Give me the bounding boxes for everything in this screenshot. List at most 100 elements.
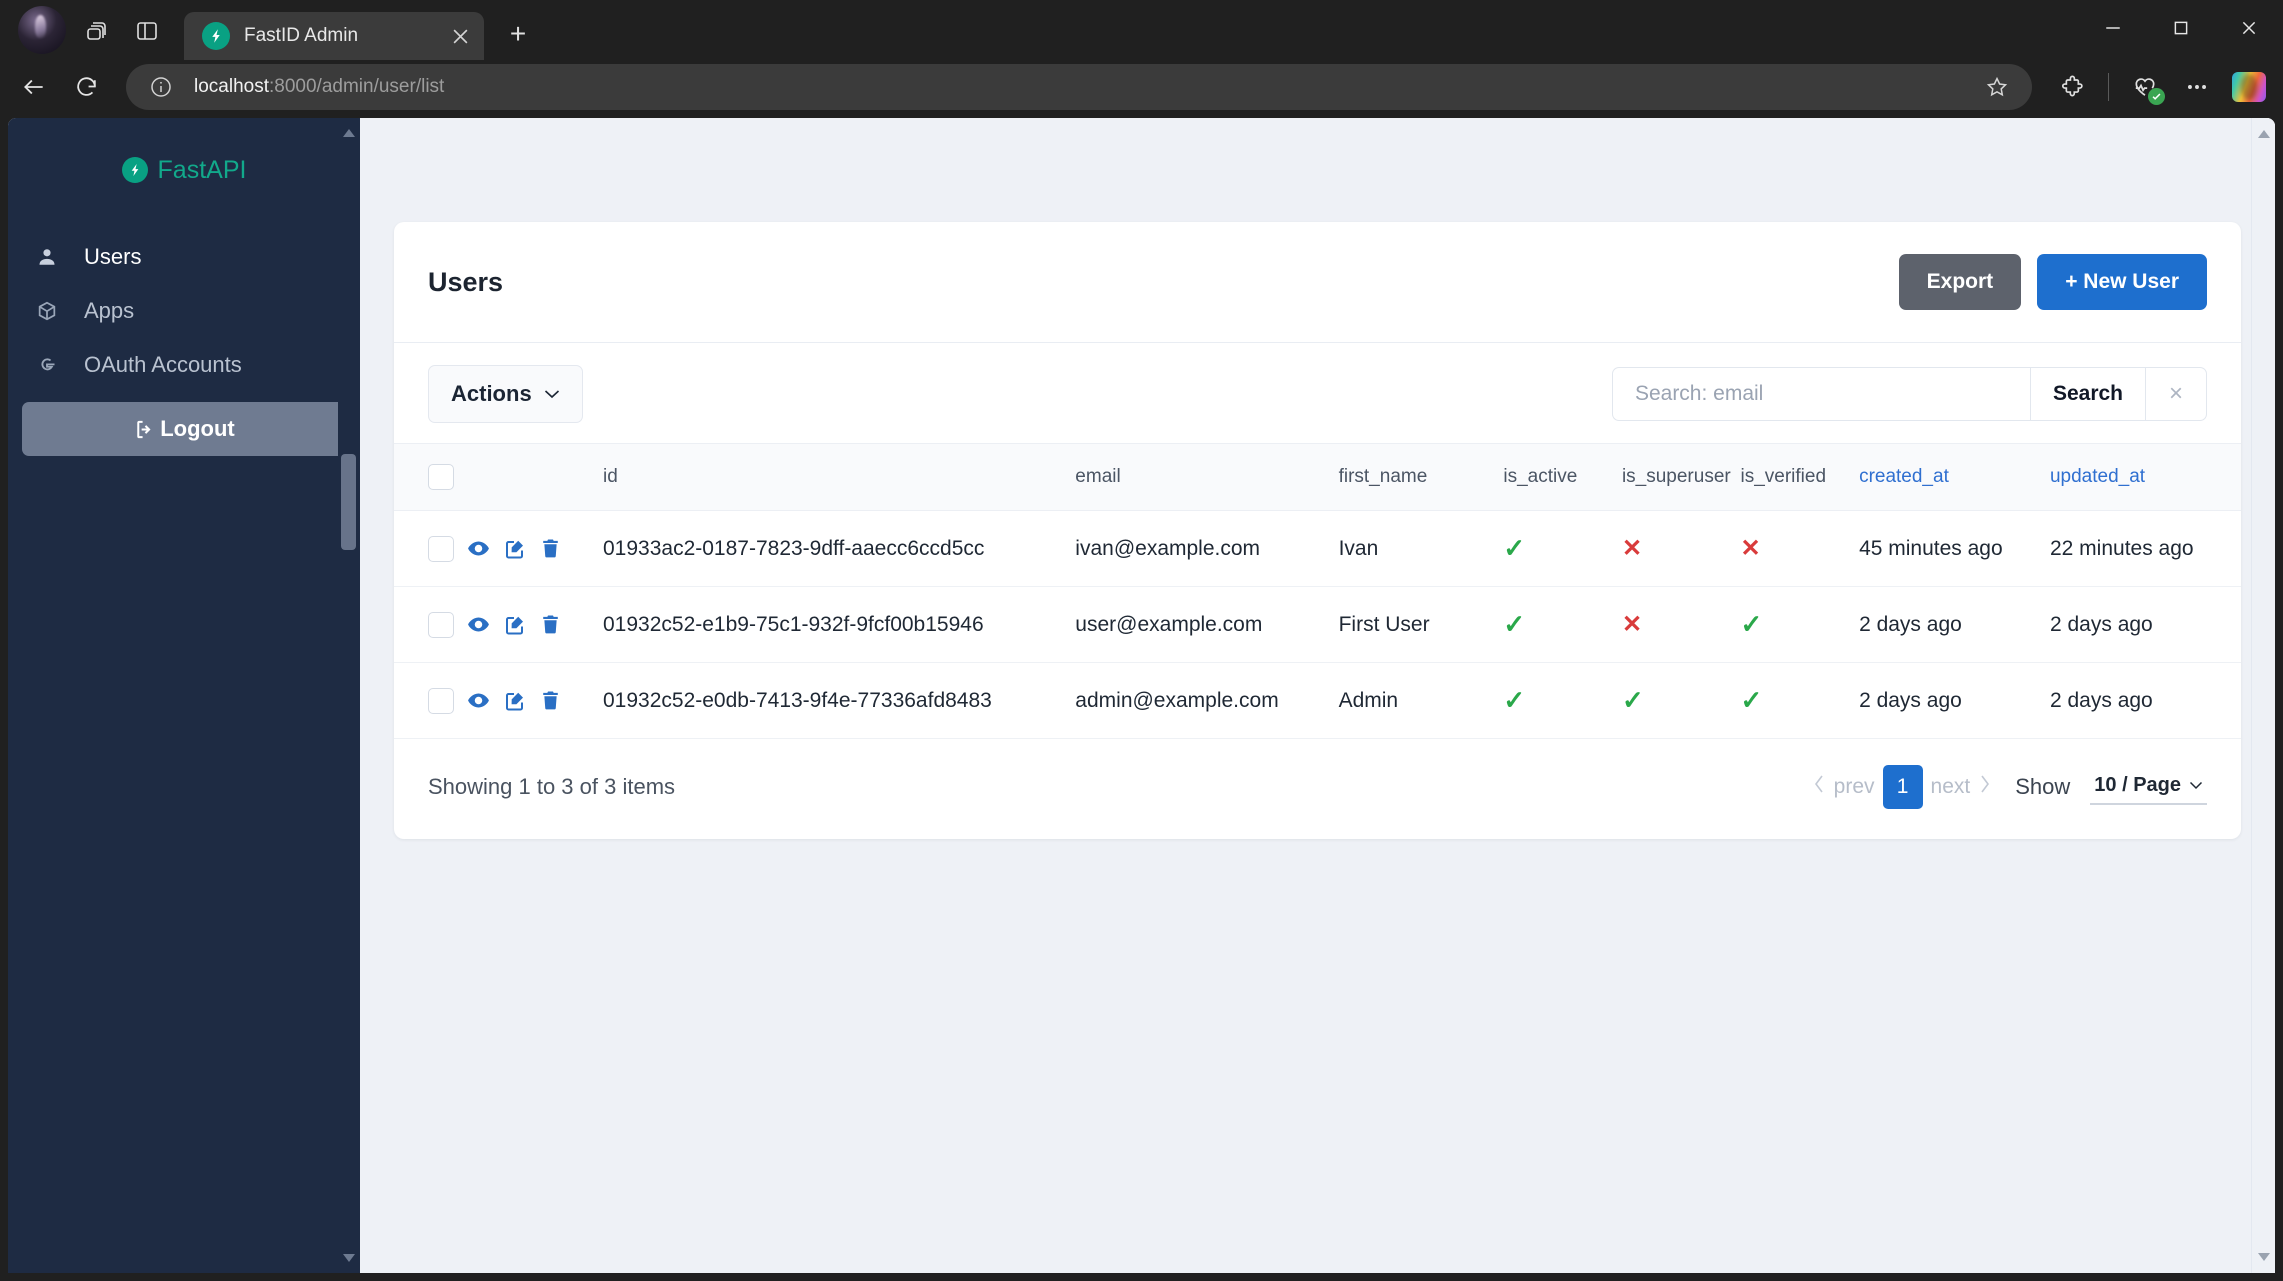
tab-title: FastID Admin: [244, 25, 359, 46]
column-header-is-verified[interactable]: is_verified: [1740, 443, 1860, 511]
column-header-created-at[interactable]: created_at: [1859, 443, 2050, 511]
view-icon[interactable]: [466, 688, 491, 713]
copilot-icon[interactable]: [2225, 65, 2273, 109]
scroll-up-icon[interactable]: [338, 122, 360, 144]
row-actions-cell: [466, 662, 603, 739]
check-icon: ✓: [1503, 533, 1526, 563]
brand-logo[interactable]: FastAPI: [8, 144, 360, 196]
sidebar-item-label: OAuth Accounts: [84, 352, 242, 377]
window-close-icon[interactable]: [2215, 0, 2283, 56]
view-icon[interactable]: [466, 612, 491, 637]
new-tab-button[interactable]: +: [498, 14, 538, 54]
sidebar-item-oauth-accounts[interactable]: OAuth Accounts: [8, 338, 360, 392]
scroll-down-icon[interactable]: [2252, 1245, 2275, 1269]
row-checkbox[interactable]: [428, 535, 454, 562]
users-table: id email first_name is_active is_superus…: [394, 443, 2241, 739]
browser-tab[interactable]: FastID Admin: [184, 12, 484, 60]
clear-search-button[interactable]: ×: [2145, 367, 2207, 421]
pagination: prev 1 next Show 10 / Page: [1813, 765, 2207, 809]
cell-is-verified: ✓: [1740, 662, 1860, 739]
sidebar-item-users[interactable]: Users: [8, 230, 360, 284]
column-header-is-superuser[interactable]: is_superuser: [1621, 443, 1741, 511]
row-checkbox[interactable]: [428, 611, 454, 638]
cell-id: 01933ac2-0187-7823-9dff-aaecc6ccd5cc: [603, 510, 1076, 587]
delete-icon[interactable]: [539, 613, 562, 636]
sidebar-item-apps[interactable]: Apps: [8, 284, 360, 338]
profile-avatar[interactable]: [18, 6, 66, 54]
scroll-down-icon[interactable]: [338, 1247, 360, 1269]
next-page-button[interactable]: next: [1931, 775, 1971, 799]
tab-groups-icon[interactable]: [76, 10, 118, 52]
url-host: localhost: [194, 76, 269, 97]
chevron-right-icon: [1978, 774, 1991, 800]
column-header-is-active[interactable]: is_active: [1503, 443, 1622, 511]
row-checkbox[interactable]: [428, 687, 454, 714]
export-button[interactable]: Export: [1898, 254, 2022, 310]
sidebar-scrollbar[interactable]: [338, 118, 360, 1273]
cell-created-at: 45 minutes ago: [1859, 510, 2050, 587]
actions-dropdown[interactable]: Actions: [428, 365, 583, 423]
user-icon: [34, 246, 60, 268]
page-viewport: FastAPI Users Apps OAuth Accounts Logout…: [8, 118, 2275, 1273]
check-icon: ✓: [1503, 609, 1526, 639]
main-scrollbar[interactable]: [2251, 118, 2275, 1273]
cell-email: user@example.com: [1075, 586, 1339, 663]
back-icon[interactable]: [10, 65, 58, 109]
page-1-button[interactable]: 1: [1882, 765, 1923, 809]
delete-icon[interactable]: [539, 689, 562, 712]
search-button[interactable]: Search: [2029, 367, 2145, 421]
minimize-icon[interactable]: [2079, 0, 2147, 56]
per-page-dropdown[interactable]: 10 / Page: [2090, 770, 2207, 805]
browser-essentials-icon[interactable]: [2121, 65, 2169, 109]
cell-updated-at: 22 minutes ago: [2049, 510, 2241, 587]
search-group: Search ×: [1611, 367, 2207, 421]
sidebar-nav: Users Apps OAuth Accounts: [8, 230, 360, 392]
table-row: 01933ac2-0187-7823-9dff-aaecc6ccd5cc ivan…: [394, 510, 2241, 587]
toolbar-divider: [2108, 73, 2109, 101]
cell-is-active: ✓: [1503, 662, 1622, 739]
extensions-icon[interactable]: [2048, 65, 2096, 109]
row-select-cell: [394, 586, 467, 663]
favorite-star-icon[interactable]: [1976, 68, 2018, 106]
status-badge: [2148, 88, 2165, 105]
search-input[interactable]: [1611, 367, 2030, 421]
select-all-checkbox[interactable]: [428, 464, 454, 490]
url-omnibox[interactable]: localhost:8000/admin/user/list: [126, 64, 2032, 110]
cell-is-superuser: ✕: [1621, 586, 1741, 663]
sidebar-scroll-thumb[interactable]: [341, 454, 356, 550]
edit-icon[interactable]: [503, 537, 527, 561]
table-footer: Showing 1 to 3 of 3 items prev 1 next Sh…: [394, 739, 2241, 839]
delete-icon[interactable]: [539, 537, 562, 560]
column-header-email[interactable]: email: [1075, 443, 1339, 511]
cell-email: admin@example.com: [1075, 662, 1339, 739]
info-icon[interactable]: [148, 74, 174, 100]
table-row: 01932c52-e1b9-75c1-932f-9fcf00b15946 user…: [394, 586, 2241, 663]
maximize-icon[interactable]: [2147, 0, 2215, 56]
url-path: :8000/admin/user/list: [269, 76, 445, 97]
refresh-icon[interactable]: [62, 65, 110, 109]
cell-first-name: First User: [1338, 586, 1504, 663]
sidebar: FastAPI Users Apps OAuth Accounts Logout: [8, 118, 360, 1273]
column-header-first-name[interactable]: first_name: [1338, 443, 1504, 511]
split-screen-icon[interactable]: [126, 10, 168, 52]
view-icon[interactable]: [466, 536, 491, 561]
logout-button[interactable]: Logout: [22, 402, 346, 456]
bolt-circle-icon: [202, 22, 230, 50]
bolt-circle-icon: [121, 157, 148, 183]
check-icon: ✓: [1740, 609, 1763, 639]
main-content: Users Export + New User Actions Search: …: [360, 118, 2275, 1273]
scroll-up-icon[interactable]: [2252, 122, 2275, 146]
column-header-updated-at[interactable]: updated_at: [2049, 443, 2241, 511]
new-user-button[interactable]: + New User: [2037, 254, 2207, 310]
google-g-icon: [34, 354, 60, 376]
column-header-id[interactable]: id: [603, 443, 1076, 511]
address-bar: localhost:8000/admin/user/list: [0, 60, 2283, 118]
cross-icon: ✕: [1740, 535, 1761, 562]
header-actions: Export + New User: [1898, 254, 2207, 310]
settings-more-icon[interactable]: [2173, 65, 2221, 109]
close-icon[interactable]: [446, 22, 474, 50]
edit-icon[interactable]: [503, 689, 527, 713]
prev-page-button[interactable]: prev: [1834, 775, 1875, 799]
card-header: Users Export + New User: [394, 222, 2241, 343]
edit-icon[interactable]: [503, 613, 527, 637]
